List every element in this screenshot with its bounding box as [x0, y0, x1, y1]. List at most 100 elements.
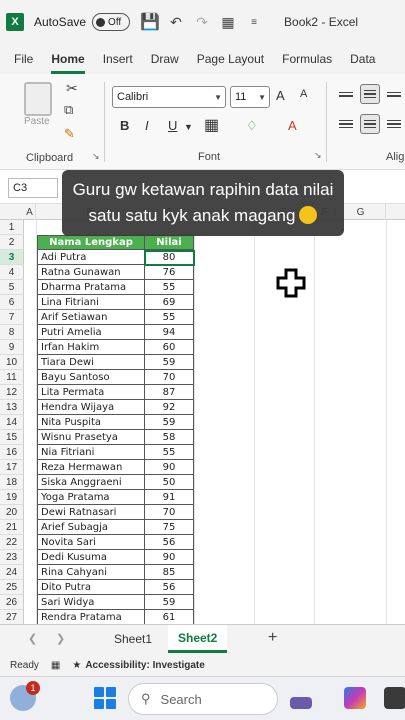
score-cell[interactable]: 56 [145, 580, 194, 595]
name-cell[interactable]: Novita Sari [37, 535, 145, 550]
score-cell[interactable]: 90 [145, 460, 194, 475]
italic-button[interactable]: I [145, 118, 149, 133]
font-name-select[interactable]: Calibri ▼ [112, 86, 226, 108]
name-cell[interactable]: Arief Subagja [37, 520, 145, 535]
name-box[interactable]: C3 [8, 178, 58, 198]
font-launcher-icon[interactable]: ↘ [314, 150, 322, 161]
score-cell[interactable]: 59 [145, 595, 194, 610]
name-cell[interactable]: Bayu Santoso [37, 370, 145, 385]
chevron-left-icon[interactable]: ❮ [28, 632, 37, 645]
tab-data[interactable]: Data [350, 52, 375, 74]
row-header[interactable]: 26 [0, 595, 24, 610]
row-header[interactable]: 13 [0, 400, 24, 415]
row-header[interactable]: 16 [0, 445, 24, 460]
redo-icon[interactable]: ↷ [192, 12, 212, 32]
add-sheet-icon[interactable]: + [268, 629, 277, 647]
name-cell[interactable]: Hendra Wijaya [37, 400, 145, 415]
name-cell[interactable]: Rendra Pratama [37, 610, 145, 624]
name-cell[interactable]: Dito Putra [37, 580, 145, 595]
score-cell[interactable]: 55 [145, 280, 194, 295]
score-cell[interactable]: 58 [145, 430, 194, 445]
row-header[interactable]: 17 [0, 460, 24, 475]
tab-home[interactable]: Home [51, 52, 85, 74]
score-cell[interactable]: 56 [145, 535, 194, 550]
score-cell[interactable]: 70 [145, 370, 194, 385]
score-cell[interactable]: 92 [145, 400, 194, 415]
taskbar-search[interactable]: ⚲ Search [128, 683, 278, 715]
tab-formulas[interactable]: Formulas [282, 52, 332, 74]
sheet-tab-sheet2[interactable]: Sheet2 [168, 625, 228, 653]
row-header[interactable]: 12 [0, 385, 24, 400]
name-cell[interactable]: Ratna Gunawan [37, 265, 145, 280]
row-header[interactable]: 6 [0, 295, 24, 310]
score-cell[interactable]: 90 [145, 550, 194, 565]
name-cell[interactable]: Arif Setiawan [37, 310, 145, 325]
taskbar-app-icon[interactable] [290, 697, 312, 709]
score-cell[interactable]: 75 [145, 520, 194, 535]
align-middle-icon[interactable] [360, 84, 380, 104]
fill-color-icon[interactable]: ♢ [246, 118, 258, 134]
taskbar-app-icon[interactable] [384, 687, 405, 709]
underline-button[interactable]: U [168, 118, 177, 133]
save-icon[interactable]: 💾 [140, 12, 160, 32]
row-header[interactable]: 19 [0, 490, 24, 505]
name-cell[interactable]: Dedi Kusuma [37, 550, 145, 565]
score-cell[interactable]: 85 [145, 565, 194, 580]
tab-draw[interactable]: Draw [151, 52, 179, 74]
paste-label[interactable]: Paste [24, 116, 50, 127]
name-cell[interactable]: Lina Fitriani [37, 295, 145, 310]
bold-button[interactable]: B [120, 118, 129, 133]
row-header[interactable]: 8 [0, 325, 24, 340]
score-cell[interactable]: 94 [145, 325, 194, 340]
accessibility-icon[interactable]: ★ [72, 660, 81, 671]
score-cell[interactable]: 76 [145, 265, 194, 280]
name-cell[interactable]: Reza Hermawan [37, 460, 145, 475]
grow-font-button[interactable]: A [276, 88, 285, 103]
row-header[interactable]: 5 [0, 280, 24, 295]
autosave-toggle[interactable]: Off [92, 13, 131, 31]
score-cell[interactable]: 70 [145, 505, 194, 520]
row-header[interactable]: 9 [0, 340, 24, 355]
column-header[interactable]: A [24, 204, 36, 220]
row-header[interactable]: 3 [0, 250, 24, 265]
accessibility-status[interactable]: Accessibility: Investigate [85, 660, 205, 671]
row-header[interactable]: 27 [0, 610, 24, 624]
sheet-tab-sheet1[interactable]: Sheet1 [104, 625, 162, 653]
name-cell[interactable]: Irfan Hakim [37, 340, 145, 355]
row-header[interactable]: 18 [0, 475, 24, 490]
row-header[interactable]: 24 [0, 565, 24, 580]
format-painter-icon[interactable]: ✎ [64, 126, 75, 142]
paste-icon[interactable] [24, 82, 52, 116]
score-cell[interactable]: 61 [145, 610, 194, 624]
align-top-icon[interactable] [336, 84, 356, 104]
row-header[interactable]: 7 [0, 310, 24, 325]
score-cell[interactable]: 60 [145, 340, 194, 355]
chevron-right-icon[interactable]: ❯ [56, 632, 65, 645]
name-cell[interactable]: Siska Anggraeni [37, 475, 145, 490]
row-header[interactable]: 15 [0, 430, 24, 445]
row-header[interactable]: 11 [0, 370, 24, 385]
score-cell[interactable]: 69 [145, 295, 194, 310]
tab-insert[interactable]: Insert [103, 52, 133, 74]
row-header[interactable]: 25 [0, 580, 24, 595]
chevron-down-icon[interactable]: ▼ [184, 122, 193, 132]
score-cell[interactable]: 87 [145, 385, 194, 400]
name-cell[interactable]: Lita Permata [37, 385, 145, 400]
tab-file[interactable]: File [14, 52, 33, 74]
row-header[interactable]: 10 [0, 355, 24, 370]
score-cell[interactable]: 55 [145, 310, 194, 325]
cut-icon[interactable]: ✂ [66, 80, 78, 97]
customize-toolbar-icon[interactable]: ≡ [244, 12, 264, 32]
name-cell[interactable]: Tiara Dewi [37, 355, 145, 370]
worksheet-grid[interactable]: A B C D E F G 12345678910111213141516171… [0, 204, 405, 624]
score-cell[interactable]: 55 [145, 445, 194, 460]
macro-record-icon[interactable]: ▦ [51, 660, 60, 671]
windows-start-icon[interactable] [94, 687, 116, 709]
font-size-select[interactable]: 11 ▼ [230, 86, 270, 108]
name-cell[interactable]: Nita Puspita [37, 415, 145, 430]
name-cell[interactable]: Sari Widya [37, 595, 145, 610]
name-cell[interactable]: Dewi Ratnasari [37, 505, 145, 520]
font-color-button[interactable]: A [288, 118, 297, 133]
score-cell[interactable]: 91 [145, 490, 194, 505]
score-cell[interactable]: 50 [145, 475, 194, 490]
